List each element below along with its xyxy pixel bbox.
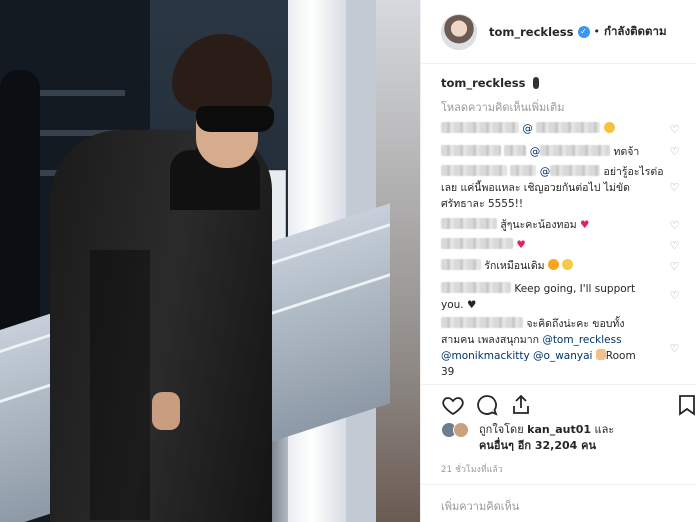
comment-text: ทดจ้า xyxy=(613,146,640,158)
comment-text: สู้ๆนะคะน้องทอม xyxy=(500,219,577,231)
liked-by-prefix: ถูกใจโดย xyxy=(479,423,524,436)
comment-like-heart-icon[interactable]: ♡ xyxy=(669,146,680,157)
verified-badge-icon: ✓ xyxy=(577,25,590,38)
action-bar xyxy=(421,384,696,424)
red-heart-icon: ♥ xyxy=(516,239,526,251)
liker-username[interactable]: kan_aut01 xyxy=(527,423,591,436)
coat-shadow xyxy=(90,250,150,520)
post-photo[interactable] xyxy=(0,0,420,522)
comment-area: tom_reckless โหลดความคิดเห็นเพิ่มเติม xyxy=(441,76,691,116)
comment-text: Keep going, I'll support xyxy=(514,283,636,295)
likes-text: ถูกใจโดย kan_aut01 และ คนอื่นๆ อีก 32,20… xyxy=(479,422,614,454)
victory-hand-emoji-icon xyxy=(595,349,606,360)
blurred-username[interactable] xyxy=(441,317,523,328)
header-separator: • xyxy=(593,25,601,38)
comment-like-heart-icon[interactable]: ♡ xyxy=(669,182,680,193)
likes-summary: ถูกใจโดย kan_aut01 และ คนอื่นๆ อีก 32,20… xyxy=(441,422,614,454)
comment-like-heart-icon[interactable]: ♡ xyxy=(669,124,680,135)
comment-text-line: ศรัทธาละ 5555!! xyxy=(441,198,524,210)
comment-text: จะคิดถึงน่ะคะ ขอบทั้ง xyxy=(526,318,625,330)
likes-others-count[interactable]: คนอื่นๆ อีก 32,204 คน xyxy=(479,439,596,452)
sunglasses xyxy=(196,106,274,132)
comment-mention-at[interactable]: @ xyxy=(540,166,551,178)
blurred-mention xyxy=(536,122,601,133)
header-username[interactable]: tom_reckless xyxy=(489,25,574,39)
standing-person-icon xyxy=(533,77,539,89)
blurred-mention xyxy=(550,165,601,176)
shelf xyxy=(40,90,125,96)
grinning-emoji-icon xyxy=(603,122,615,133)
mention-tom-reckless[interactable]: @tom_reckless xyxy=(542,334,621,346)
avatar[interactable] xyxy=(441,13,477,50)
comment: Keep going, I'll support you. ♥ xyxy=(441,281,673,313)
share-arrow-icon[interactable] xyxy=(509,393,533,417)
blurred-username[interactable] xyxy=(441,165,507,176)
blurred-username[interactable] xyxy=(441,259,481,270)
post-sidebar: tom_reckless ✓ • กำลังติดตาม tom_reckles… xyxy=(420,0,696,522)
comment-mention-at[interactable]: @ xyxy=(530,146,541,158)
comment-like-heart-icon[interactable]: ♡ xyxy=(669,343,680,354)
caption-username[interactable]: tom_reckless xyxy=(441,76,526,90)
post-header: tom_reckless ✓ • กำลังติดตาม xyxy=(421,0,696,64)
comment-bubble-icon[interactable] xyxy=(475,393,499,417)
liker-avatars[interactable] xyxy=(441,422,471,438)
hand xyxy=(152,392,180,430)
comment-like-heart-icon[interactable]: ♡ xyxy=(669,261,680,272)
blurred-username[interactable] xyxy=(441,122,519,133)
comment-text: อย่ารู้อะไรต่อ xyxy=(603,166,664,178)
comment-mention[interactable]: @ xyxy=(522,123,533,135)
comment-text-line: สามคน เพลงสนุกมาก xyxy=(441,334,539,346)
comment: รักเหมือนเดิม xyxy=(441,258,673,274)
comment: จะคิดถึงน่ะคะ ขอบทั้ง สามคน เพลงสนุกมาก … xyxy=(441,316,673,380)
mention-monikmackitty[interactable]: @monikmackitty xyxy=(441,350,530,362)
comment-text-line: เลย แค่นี้พอแหละ เชิญอวยกันต่อไป ไม่ขัด xyxy=(441,182,630,194)
blurred-username[interactable] xyxy=(441,282,511,293)
mention-o-wanyai[interactable]: @o_wanyai xyxy=(533,350,592,362)
add-comment-bar: เพิ่มความคิดเห็น xyxy=(421,484,696,522)
following-button[interactable]: กำลังติดตาม xyxy=(604,23,667,41)
load-more-comments-link[interactable]: โหลดความคิดเห็นเพิ่มเติม xyxy=(441,98,691,116)
blurred-username[interactable] xyxy=(441,238,513,249)
kissing-emoji-icon xyxy=(562,259,574,270)
comment-text: รักเหมือนเดิม xyxy=(484,260,545,272)
comment-text-line: you. xyxy=(441,299,464,311)
red-heart-icon: ♥ xyxy=(579,219,590,231)
comment: ♥ xyxy=(441,237,673,253)
heart-outline-icon[interactable] xyxy=(441,393,465,417)
comment: @ xyxy=(441,121,673,137)
blurred-text xyxy=(510,165,537,176)
comment-text-end: Room xyxy=(605,350,636,362)
bookmark-icon[interactable] xyxy=(675,393,696,417)
comment-like-heart-icon[interactable]: ♡ xyxy=(669,220,680,231)
heart-eyes-emoji-icon xyxy=(547,259,559,270)
blurred-username[interactable] xyxy=(441,145,501,156)
comment: @ อย่ารู้อะไรต่อ เลย แค่นี้พอแหละ เชิญอว… xyxy=(441,164,673,212)
blurred-username[interactable] xyxy=(441,218,497,229)
comment-text-line: 39 xyxy=(441,366,455,378)
comment-like-heart-icon[interactable]: ♡ xyxy=(669,290,680,301)
comment: @ ทดจ้า xyxy=(441,144,673,160)
comment: สู้ๆนะคะน้องทอม ♥ xyxy=(441,217,673,233)
blurred-mention xyxy=(540,145,611,156)
black-heart-icon: ♥ xyxy=(466,299,477,311)
add-comment-input[interactable]: เพิ่มความคิดเห็น xyxy=(441,497,519,515)
blurred-text xyxy=(504,145,527,156)
likes-and: และ xyxy=(594,423,615,436)
avatar xyxy=(453,422,469,438)
comment-like-heart-icon[interactable]: ♡ xyxy=(669,240,680,251)
post-timestamp[interactable]: 21 ชั่วโมงที่แล้ว xyxy=(441,462,503,476)
